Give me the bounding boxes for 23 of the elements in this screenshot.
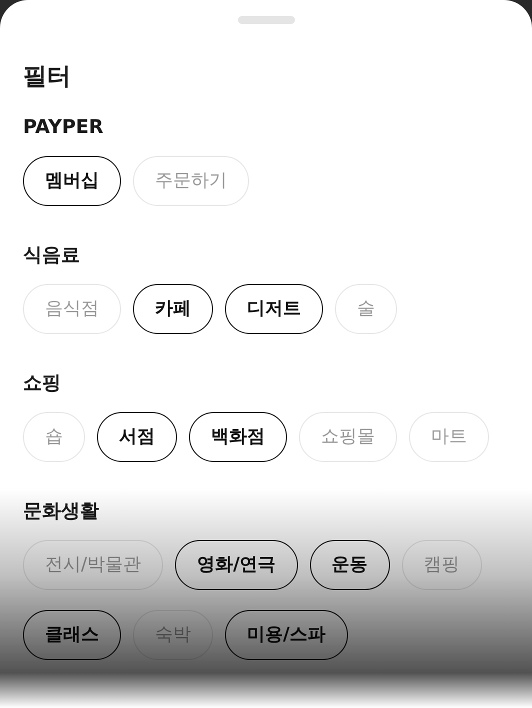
sheet-title: 필터	[23, 61, 71, 92]
filter-chip[interactable]: 운동	[310, 540, 390, 590]
filter-chip[interactable]: 미용/스파	[225, 610, 348, 660]
filter-chip[interactable]: 백화점	[189, 412, 287, 462]
filter-chip[interactable]: 음식점	[23, 284, 121, 334]
filter-chip[interactable]: 디저트	[225, 284, 323, 334]
filter-chip[interactable]: 영화/연극	[175, 540, 298, 590]
filter-chip[interactable]: 숍	[23, 412, 85, 462]
filter-chip[interactable]: 서점	[97, 412, 177, 462]
filter-chip[interactable]: 주문하기	[133, 156, 249, 206]
filter-chip[interactable]: 카페	[133, 284, 213, 334]
section-heading: 식음료	[23, 243, 80, 268]
filter-chip[interactable]: 클래스	[23, 610, 121, 660]
section-heading: PAYPER	[23, 115, 104, 140]
drag-handle[interactable]	[238, 16, 294, 24]
section-heading: 쇼핑	[23, 371, 61, 396]
filter-chip[interactable]: 멤버십	[23, 156, 121, 206]
filter-chip[interactable]: 쇼핑몰	[299, 412, 397, 462]
filter-chip[interactable]: 캠핑	[402, 540, 482, 590]
filter-chip[interactable]: 술	[335, 284, 397, 334]
filter-chip[interactable]: 마트	[409, 412, 489, 462]
filter-chip[interactable]: 전시/박물관	[23, 540, 164, 590]
section-heading: 문화생활	[23, 499, 99, 524]
